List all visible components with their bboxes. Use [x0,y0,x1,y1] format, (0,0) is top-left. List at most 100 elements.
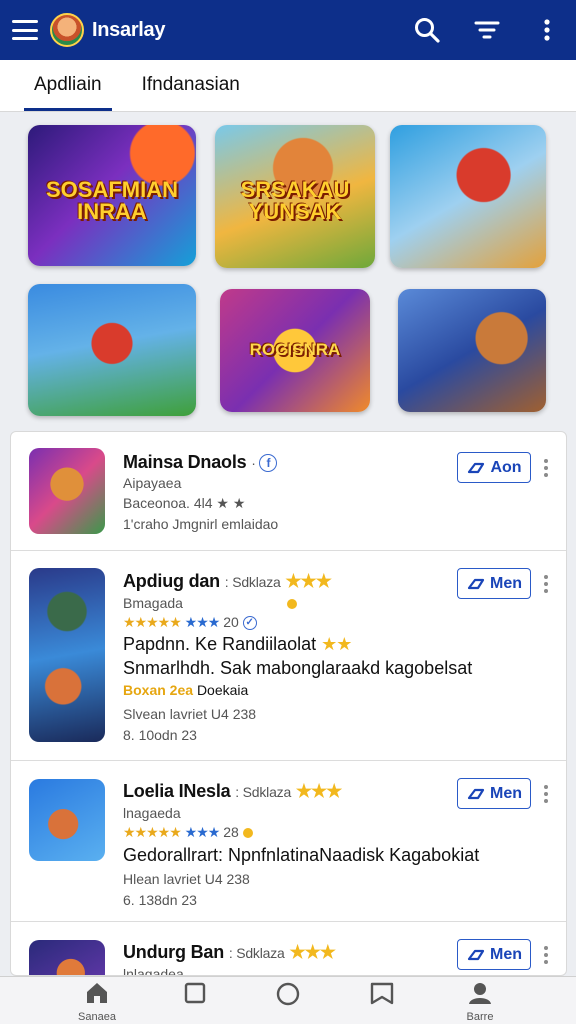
pin-icon [467,788,485,799]
action-button[interactable]: Men [457,568,531,599]
more-vert-icon[interactable] [530,13,564,47]
coin-icon [286,599,297,610]
app-category: lnagaeda [123,805,181,821]
app-thumbnail[interactable] [29,940,105,975]
app-thumbnail[interactable] [29,448,105,534]
nav-home[interactable]: Sanaea [57,981,137,1023]
nav-home-label: Sanaea [78,1011,116,1023]
action-button[interactable]: Men [457,778,531,809]
banner-art-text: ROCISNRA [249,339,341,359]
search-icon[interactable] [410,13,444,47]
developer-name: Sdklaza [242,784,292,800]
action-button[interactable]: Men [457,939,531,970]
app-meta: Baceonoa. 4l4 ★ ★ [123,495,246,511]
banner-art-text: SRSAKAU YUNSAK [240,177,350,225]
rating-stars-icon: ★★★ [184,824,221,840]
app-title: Apdiug dan : Sdklaza ★★★ [123,571,332,591]
app-title: Mainsa Dnaols · f [123,452,278,473]
pin-icon [467,949,485,960]
banner-game-1[interactable]: SOSAFMIAN INRAA [28,125,196,266]
action-button[interactable]: Aon [457,452,531,483]
banner-game-6[interactable] [398,289,546,412]
star-icon: ★★ [321,634,352,654]
action-label: Men [490,574,522,592]
app-title-text: Mainsa Dnaols [123,452,247,472]
app-title: Loelia INesla : Sdklaza ★★★ [123,781,342,801]
home-icon [87,983,107,1003]
app-title: Insarlay [92,18,166,41]
action-label: Aon [490,458,522,476]
app-thumbnail[interactable] [29,779,105,861]
list-item[interactable]: Undurg Ban : Sdklaza ★★★ lnlagadea Men [11,922,566,976]
rating-stars-icon: ★★★ [184,614,221,630]
banner-game-4[interactable] [28,284,196,416]
pin-icon [467,578,485,589]
nav-square[interactable] [155,981,235,1010]
promo-rest: Doekaia [196,682,249,698]
app-category: Bmagada [123,595,297,611]
app-thumbnail[interactable] [29,568,105,742]
circle-icon [276,982,300,1006]
featured-banners: SOSAFMIAN INRAA SRSAKAU YUNSAK ROCISNRA [0,112,576,424]
app-title: Undurg Ban : Sdklaza ★★★ [123,942,336,962]
star-rating-icon: ★★★ [285,571,331,591]
action-label: Men [490,945,522,963]
app-version: Hlean lavriet U4 238 [123,871,250,887]
rating-stars-icon: ★★★★★ [123,614,182,630]
rating-value: 20 [223,614,239,630]
developer-name: Sdklaza [236,945,285,961]
app-date: 6. 138dn 23 [123,892,197,908]
app-category: lnlagadea [123,966,184,976]
app-category: Aipayaea [123,475,182,491]
promo-text: Boxan 2ea [123,682,194,698]
action-label: Men [490,784,522,802]
more-vert-icon[interactable] [544,946,550,964]
app-date: 8. 10odn 23 [123,727,197,743]
app-title-text: Loelia INesla [123,781,231,801]
banner-game-2[interactable]: SRSAKAU YUNSAK [215,125,375,268]
app-rating: ★★★★★ ★★★ 28 [123,824,253,841]
more-vert-icon[interactable] [544,785,550,803]
app-logo [50,13,84,47]
category-text: Bmagada [123,595,183,611]
list-item[interactable]: Mainsa Dnaols · f Aipayaea Baceonoa. 4l4… [11,432,566,551]
list-item[interactable]: Apdiug dan : Sdklaza ★★★ Bmagada ★★★★★ ★… [11,551,566,761]
app-description: Snmarlhdh. Sak mabonglaraakd kagobelsat [123,658,473,678]
app-description: 1'craho Jmgnirl emlaidao [123,516,279,532]
more-vert-icon[interactable] [544,459,550,477]
square-icon [184,982,206,1004]
bottom-navigation: Sanaea Barre [0,976,576,1024]
tab-ifndanasian[interactable]: Ifndanasian [132,60,250,111]
badge-icon: ✓ [242,616,257,631]
banner-game-3[interactable] [390,125,546,268]
app-title-text: Undurg Ban [123,942,224,962]
nav-profile[interactable]: Barre [440,981,520,1023]
app-promo: Boxan 2ea Doekaia [123,682,248,698]
star-rating-icon: ★★★ [289,942,335,962]
coin-icon [242,828,253,839]
nav-bookmark[interactable] [342,981,422,1010]
bookmark-icon [370,982,394,1005]
rating-stars-icon: ★★★★★ [123,824,182,840]
person-icon [469,983,491,1004]
banner-game-5[interactable]: ROCISNRA [220,289,370,412]
filter-icon[interactable] [470,13,504,47]
nav-circle[interactable] [248,981,328,1012]
app-description: Gedorallrart: NpnfnlatinaNaadisk Kagabok… [123,845,480,865]
menu-icon[interactable] [12,20,38,40]
rating-value: 28 [223,824,239,840]
nav-profile-label: Barre [466,1011,494,1023]
star-rating-icon: ★★★ [295,781,342,801]
app-version: Slvean lavriet U4 238 [123,706,257,722]
developer-name: Sdklaza [232,574,281,590]
app-list: Mainsa Dnaols · f Aipayaea Baceonoa. 4l4… [10,431,567,976]
app-title-text: Apdiug dan [123,571,220,591]
app-rating: ★★★★★ ★★★ 20 ✓ [123,614,257,631]
list-item[interactable]: Loelia INesla : Sdklaza ★★★ lnagaeda ★★★… [11,761,566,922]
facebook-icon: f [259,454,278,473]
tab-apdliain[interactable]: Apdliain [24,60,112,111]
subtitle-text: Papdnn. Ke Randiilaolat [123,634,317,654]
banner-art-text: SOSAFMIAN INRAA [46,176,178,224]
app-subtitle: Papdnn. Ke Randiilaolat ★★ [123,634,352,655]
more-vert-icon[interactable] [544,575,550,593]
